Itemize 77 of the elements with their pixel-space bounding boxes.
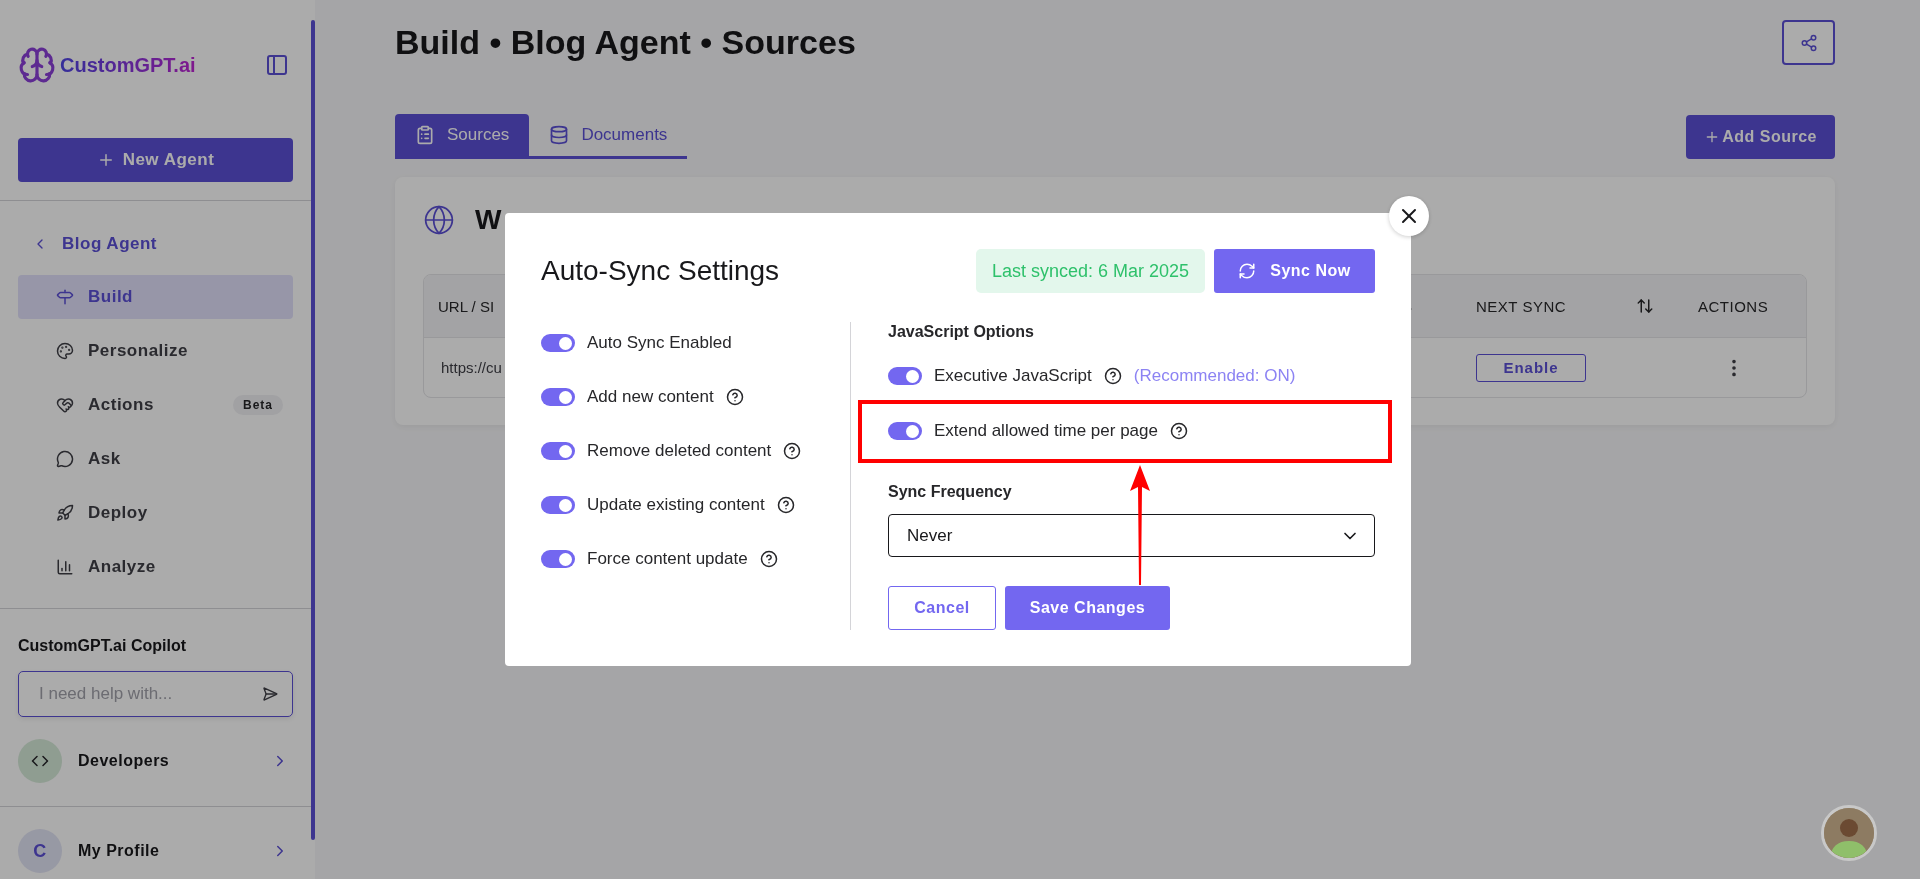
- toggle-switch[interactable]: [888, 367, 922, 385]
- page-title: Build • Blog Agent • Sources: [395, 23, 856, 62]
- copilot-title: CustomGPT.ai Copilot: [18, 637, 187, 655]
- table-cell: https://cu: [441, 359, 502, 376]
- share-button[interactable]: [1782, 20, 1835, 65]
- help-icon[interactable]: [725, 388, 744, 406]
- nav-item[interactable]: Build: [18, 275, 293, 319]
- help-icon[interactable]: [776, 496, 795, 514]
- bar-chart-icon: [56, 558, 74, 576]
- option-label: Remove deleted content: [587, 441, 772, 461]
- nav-label: Analyze: [88, 557, 156, 577]
- globe-icon: [423, 204, 455, 236]
- nav-label: Build: [88, 287, 133, 307]
- toggle-switch[interactable]: [541, 334, 575, 352]
- sync-now-button[interactable]: Sync Now: [1214, 249, 1375, 293]
- help-icon[interactable]: [1170, 422, 1188, 440]
- add-source-button[interactable]: Add Source: [1686, 114, 1835, 159]
- nav-label: Deploy: [88, 503, 148, 523]
- rocket-icon: [56, 504, 74, 522]
- nav-item[interactable]: Ask: [18, 437, 293, 481]
- clipboard-icon: [415, 125, 435, 145]
- profile-link[interactable]: C My Profile: [18, 829, 289, 873]
- nav-label: Ask: [88, 449, 121, 469]
- scrollbar[interactable]: [311, 20, 315, 840]
- heart-handshake-icon: [56, 396, 74, 414]
- beta-badge: Beta: [233, 395, 283, 415]
- nav-item[interactable]: Personalize: [18, 329, 293, 373]
- toggle-switch[interactable]: [888, 422, 922, 440]
- help-icon[interactable]: [783, 442, 802, 460]
- cancel-button[interactable]: Cancel: [888, 586, 996, 630]
- help-icon[interactable]: [1103, 367, 1122, 385]
- option-label: Add new content: [587, 387, 714, 407]
- help-icon[interactable]: [759, 550, 778, 568]
- brain-logo-icon: [18, 46, 56, 84]
- copilot-input[interactable]: I need help with...: [18, 671, 293, 717]
- option-label: Update existing content: [587, 495, 765, 515]
- section-title: Sync Frequency: [888, 482, 1013, 502]
- column-header: URL / SI: [438, 297, 495, 315]
- chat-bubble-icon: [56, 450, 74, 468]
- option-label: Extend allowed time per page: [934, 421, 1158, 441]
- option-label: Auto Sync Enabled: [587, 333, 732, 353]
- database-icon: [549, 125, 570, 145]
- profile-initial: C: [18, 829, 62, 873]
- option-label: Force content update: [587, 549, 748, 569]
- nav-item[interactable]: Actions Beta: [18, 383, 293, 427]
- tab[interactable]: Sources: [395, 114, 530, 156]
- dialog-title: Auto-Sync Settings: [541, 255, 781, 287]
- toggle-switch[interactable]: [541, 550, 575, 568]
- new-agent-button[interactable]: New Agent: [18, 138, 293, 182]
- column-header: ACTIONS: [1698, 297, 1769, 315]
- back-link[interactable]: Blog Agent: [32, 234, 311, 254]
- toggle-switch[interactable]: [541, 388, 575, 406]
- tab[interactable]: Documents: [529, 114, 688, 156]
- nav-label: Personalize: [88, 341, 188, 361]
- last-synced-status: Last synced: 6 Mar 2025: [975, 249, 1205, 293]
- sidebar-toggle-icon[interactable]: [265, 53, 289, 77]
- section-title: JavaScript Options: [888, 322, 1035, 342]
- save-changes-button[interactable]: Save Changes: [1005, 586, 1170, 630]
- sort-icon[interactable]: [1636, 297, 1655, 315]
- toggle-switch[interactable]: [541, 496, 575, 514]
- card-title: W: [475, 204, 502, 236]
- share-icon: [1799, 33, 1818, 52]
- enable-button[interactable]: Enable: [1476, 353, 1586, 382]
- avatar[interactable]: [1821, 805, 1877, 861]
- recommendation-note: (Recommended: ON): [1133, 366, 1296, 386]
- frequency-select[interactable]: Never: [888, 514, 1375, 557]
- developers-link[interactable]: Developers: [18, 739, 289, 783]
- column-header: NEXT SYNC: [1476, 297, 1567, 315]
- refresh-icon: [1238, 262, 1257, 280]
- signpost-icon: [56, 288, 74, 306]
- option-label: Executive JavaScript: [934, 366, 1092, 386]
- nav-label: Actions: [88, 395, 154, 415]
- nav-item[interactable]: Analyze: [18, 545, 293, 589]
- nav-item[interactable]: Deploy: [18, 491, 293, 535]
- copilot-text-input[interactable]: I need help with...: [37, 683, 262, 705]
- toggle-switch[interactable]: [541, 442, 575, 460]
- palette-icon: [56, 342, 74, 360]
